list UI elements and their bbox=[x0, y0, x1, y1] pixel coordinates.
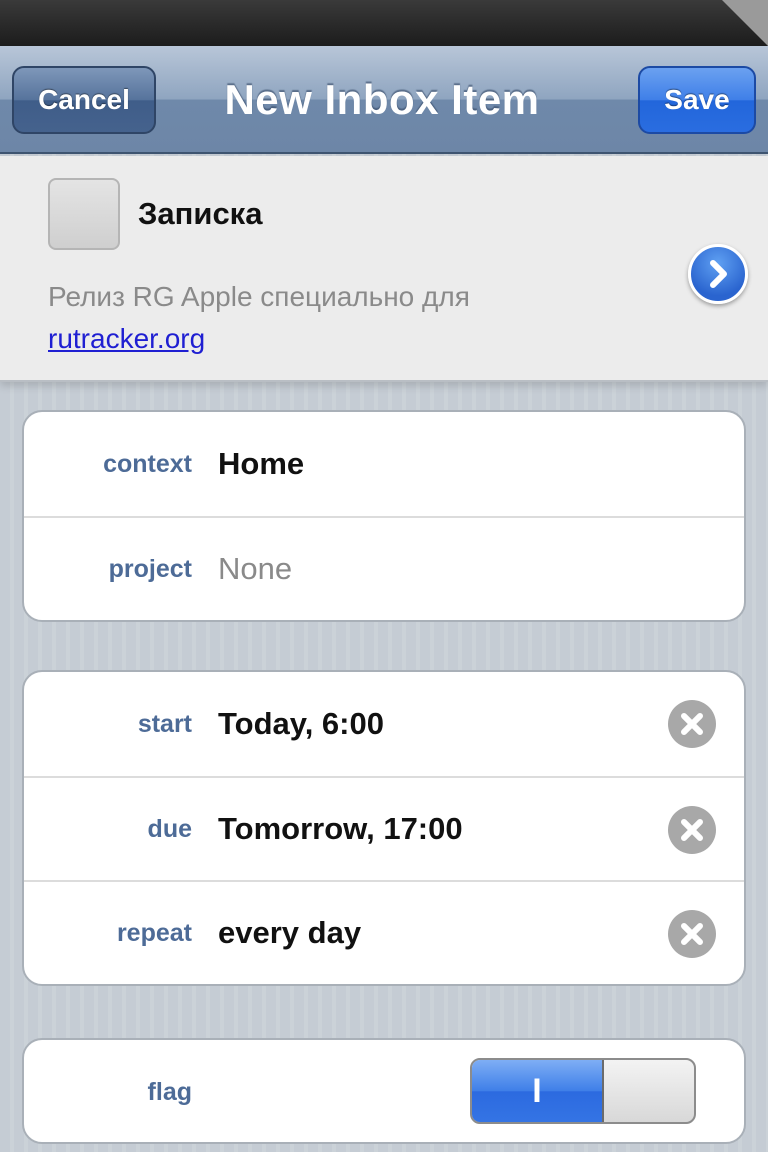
clear-due-button[interactable] bbox=[668, 806, 716, 854]
task-note: Релиз RG Apple специально для bbox=[48, 281, 470, 312]
start-row[interactable]: start Today, 6:00 bbox=[24, 672, 744, 776]
flag-label: flag bbox=[147, 1077, 192, 1106]
clear-repeat-button[interactable] bbox=[668, 910, 716, 958]
repeat-value: every day bbox=[218, 915, 362, 950]
flag-group: flag I bbox=[22, 1038, 746, 1144]
chevron-right-icon bbox=[710, 260, 727, 288]
project-value: None bbox=[218, 551, 293, 586]
context-label: context bbox=[103, 449, 192, 478]
context-value: Home bbox=[218, 446, 305, 481]
cancel-button[interactable]: Cancel bbox=[12, 66, 156, 134]
flag-toggle[interactable]: I bbox=[470, 1058, 696, 1124]
page-title: New Inbox Item bbox=[224, 76, 540, 123]
flag-toggle-on: I bbox=[472, 1060, 604, 1122]
status-bar bbox=[0, 0, 768, 46]
clear-start-button[interactable] bbox=[668, 700, 716, 748]
project-label: project bbox=[108, 554, 192, 583]
context-row[interactable]: context Home bbox=[24, 412, 744, 516]
repeat-label: repeat bbox=[116, 918, 192, 947]
task-checkbox[interactable] bbox=[48, 178, 120, 250]
clear-x-icon bbox=[681, 923, 703, 945]
due-row[interactable]: due Tomorrow, 17:00 bbox=[24, 776, 744, 880]
due-label: due bbox=[147, 814, 192, 843]
dates-group: start Today, 6:00 due Tomorrow, 17:00 re… bbox=[22, 670, 746, 986]
due-value: Tomorrow, 17:00 bbox=[218, 811, 463, 846]
context-project-group: context Home project None bbox=[22, 410, 746, 622]
save-button[interactable]: Save bbox=[638, 66, 756, 134]
clear-x-icon bbox=[681, 819, 703, 841]
task-panel: Записка Релиз RG Apple специально для ru… bbox=[0, 156, 768, 382]
flag-row: flag I bbox=[24, 1040, 744, 1142]
status-corner bbox=[722, 0, 768, 46]
task-note-link[interactable]: rutracker.org bbox=[48, 318, 205, 360]
repeat-row[interactable]: repeat every day bbox=[24, 880, 744, 984]
navigation-bar: Cancel New Inbox Item Save bbox=[0, 46, 768, 154]
project-row[interactable]: project None bbox=[24, 516, 744, 620]
start-label: start bbox=[137, 709, 192, 738]
disclosure-button[interactable] bbox=[688, 244, 748, 304]
clear-x-icon bbox=[681, 713, 703, 735]
task-title[interactable]: Записка bbox=[138, 194, 262, 234]
start-value: Today, 6:00 bbox=[218, 706, 384, 741]
